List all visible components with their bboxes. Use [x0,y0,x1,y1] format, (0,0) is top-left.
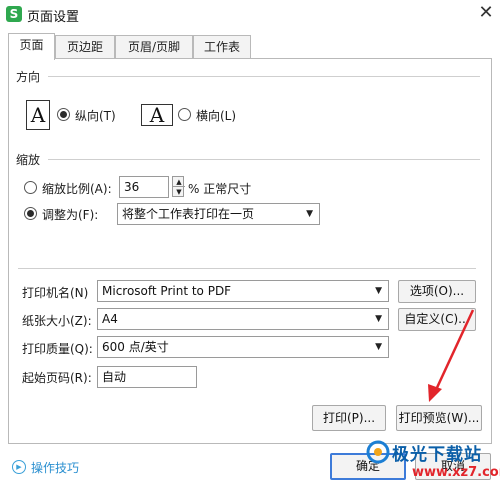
watermark-title: 极光下载站 [392,445,482,465]
printer-name-select[interactable]: Microsoft Print to PDF ▼ [97,280,389,302]
portrait-label[interactable]: 纵向(T) [75,107,116,124]
dropdown-arrow-icon: ▼ [375,342,382,352]
scale-ratio-radio[interactable] [24,181,37,194]
portrait-page-icon: A [26,100,50,130]
tab-sheet[interactable]: 工作表 [193,35,251,58]
play-circle-icon[interactable]: ▶ [12,460,26,474]
close-icon[interactable]: ✕ [476,2,496,24]
orientation-group-label: 方向 [16,68,41,85]
dropdown-arrow-icon: ▼ [306,209,313,219]
annotation-arrow-icon [428,309,475,402]
tab-header-footer[interactable]: 页眉/页脚 [115,35,193,58]
print-quality-label: 打印质量(Q): [22,342,93,356]
orientation-divider [48,76,480,77]
landscape-page-icon: A [141,104,173,126]
scale-ratio-label[interactable]: 缩放比例(A): [42,180,112,197]
scale-ratio-input[interactable]: 36 [119,176,169,198]
dropdown-arrow-icon: ▼ [375,286,382,296]
printer-name-value: Microsoft Print to PDF [102,284,232,298]
tab-margins[interactable]: 页边距 [55,35,115,58]
start-page-input[interactable]: 自动 [97,366,197,388]
scaling-group-label: 缩放 [16,151,41,168]
title-bar: S 页面设置 ✕ [0,0,500,28]
watermark-url: www.xz7.com [412,465,500,480]
fit-to-select[interactable]: 将整个工作表打印在一页 ▼ [117,203,320,225]
landscape-label[interactable]: 横向(L) [196,107,236,124]
paper-size-label: 纸张大小(Z): [22,314,92,328]
print-button[interactable]: 打印(P)... [312,405,386,431]
watermark-logo-icon [366,440,390,464]
printer-section-divider [18,268,476,269]
print-quality-value: 600 点/英寸 [102,340,169,354]
fit-to-label[interactable]: 调整为(F): [42,206,98,223]
fit-to-selected-value: 将整个工作表打印在一页 [122,207,255,221]
fit-to-radio[interactable] [24,207,37,220]
wps-app-icon: S [6,6,22,22]
landscape-radio[interactable] [178,108,191,121]
tips-link[interactable]: 操作技巧 [31,459,79,476]
stepper-up-icon[interactable]: ▲ [173,177,185,187]
printer-name-label: 打印机名(N) [22,286,89,300]
scaling-divider [48,159,480,160]
start-page-label: 起始页码(R): [22,371,92,385]
print-quality-select[interactable]: 600 点/英寸 ▼ [97,336,389,358]
tab-page[interactable]: 页面 [8,33,55,60]
stepper-down-icon[interactable]: ▼ [173,187,185,197]
paper-size-value: A4 [102,312,118,326]
dropdown-arrow-icon: ▼ [375,314,382,324]
scale-ratio-stepper[interactable]: ▲ ▼ [172,176,185,197]
paper-size-select[interactable]: A4 ▼ [97,308,389,330]
scale-ratio-suffix: % 正常尺寸 [188,182,252,196]
window-title: 页面设置 [27,10,80,25]
portrait-radio[interactable] [57,108,70,121]
